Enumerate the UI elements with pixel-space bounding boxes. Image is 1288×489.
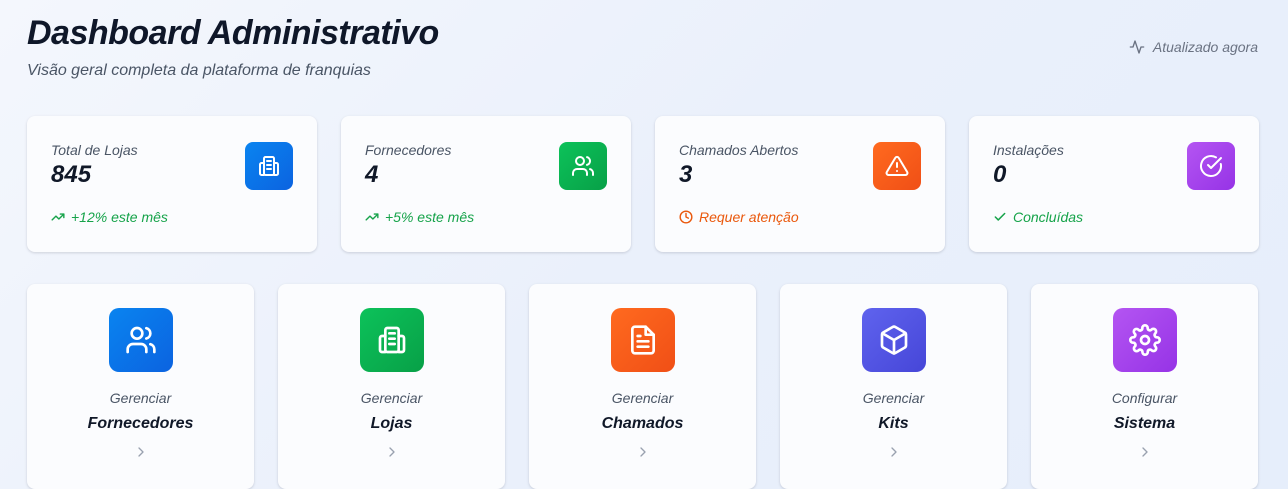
- action-name: Kits: [878, 415, 909, 432]
- updated-text: Atualizado agora: [1152, 39, 1258, 55]
- alert-triangle-icon: [873, 142, 921, 190]
- page-title: Dashboard Administrativo: [27, 14, 439, 52]
- building-icon: [245, 142, 293, 190]
- chevron-right-icon: [137, 447, 144, 457]
- action-verb: Gerenciar: [109, 390, 172, 406]
- check-circle-icon: [1187, 142, 1235, 190]
- stat-value: 4: [365, 161, 379, 188]
- stats-row: Total de Lojas 845 +12% este mês Fornece…: [27, 116, 1259, 252]
- users-icon: [559, 142, 607, 190]
- stat-label: Instalações: [993, 142, 1064, 158]
- chevron-right-icon: [1141, 447, 1148, 457]
- action-card-sistema[interactable]: Configurar Sistema: [1031, 284, 1258, 489]
- page-subtitle: Visão geral completa da plataforma de fr…: [27, 62, 371, 79]
- action-name: Lojas: [370, 415, 413, 432]
- stat-value: 845: [51, 161, 92, 188]
- action-verb: Gerenciar: [611, 390, 674, 406]
- check-icon: [994, 212, 1006, 221]
- stat-card-instalacoes: Instalações 0 Concluídas: [969, 116, 1259, 252]
- stat-trend-text: +5% este mês: [385, 209, 475, 225]
- stat-alert-text: Requer atenção: [699, 209, 799, 225]
- stat-value: 0: [993, 161, 1007, 188]
- stat-status-text: Concluídas: [1013, 209, 1084, 225]
- stat-label: Chamados Abertos: [679, 142, 799, 158]
- stat-card-chamados: Chamados Abertos 3 Requer atenção: [655, 116, 945, 252]
- updated-indicator: Atualizado agora: [1129, 39, 1258, 55]
- action-name: Sistema: [1113, 415, 1176, 432]
- action-name: Chamados: [601, 415, 684, 432]
- page-header: Dashboard Administrativo Visão geral com…: [27, 12, 439, 80]
- action-verb: Configurar: [1111, 390, 1178, 406]
- stat-card-fornecedores: Fornecedores 4 +5% este mês: [341, 116, 631, 252]
- stat-value: 3: [679, 161, 693, 188]
- file-text-icon: [610, 308, 675, 372]
- stat-label: Fornecedores: [365, 142, 452, 158]
- settings-icon: [1112, 308, 1177, 372]
- building-icon: [359, 308, 424, 372]
- stat-alert: Requer atenção: [679, 209, 799, 225]
- users-icon: [108, 308, 173, 372]
- action-verb: Gerenciar: [862, 390, 925, 406]
- action-verb: Gerenciar: [360, 390, 423, 406]
- stat-trend: +12% este mês: [51, 209, 168, 225]
- stat-trend: +5% este mês: [365, 209, 474, 225]
- activity-icon: [1129, 40, 1145, 54]
- clock-icon: [679, 210, 693, 224]
- stat-status: Concluídas: [993, 209, 1083, 225]
- chevron-right-icon: [890, 447, 897, 457]
- action-name: Fornecedores: [87, 415, 194, 432]
- chevron-right-icon: [388, 447, 395, 457]
- box-icon: [861, 308, 926, 372]
- stat-trend-text: +12% este mês: [71, 209, 168, 225]
- quick-actions: Gerenciar Fornecedores Gerenciar Lojas G…: [27, 284, 1258, 489]
- action-card-kits[interactable]: Gerenciar Kits: [780, 284, 1007, 489]
- stat-card-lojas: Total de Lojas 845 +12% este mês: [27, 116, 317, 252]
- chevron-right-icon: [639, 447, 646, 457]
- trending-up-icon: [51, 213, 65, 221]
- stat-label: Total de Lojas: [51, 142, 138, 158]
- trending-up-icon: [365, 213, 379, 221]
- action-card-lojas[interactable]: Gerenciar Lojas: [278, 284, 505, 489]
- action-card-chamados[interactable]: Gerenciar Chamados: [529, 284, 756, 489]
- action-card-fornecedores[interactable]: Gerenciar Fornecedores: [27, 284, 254, 489]
